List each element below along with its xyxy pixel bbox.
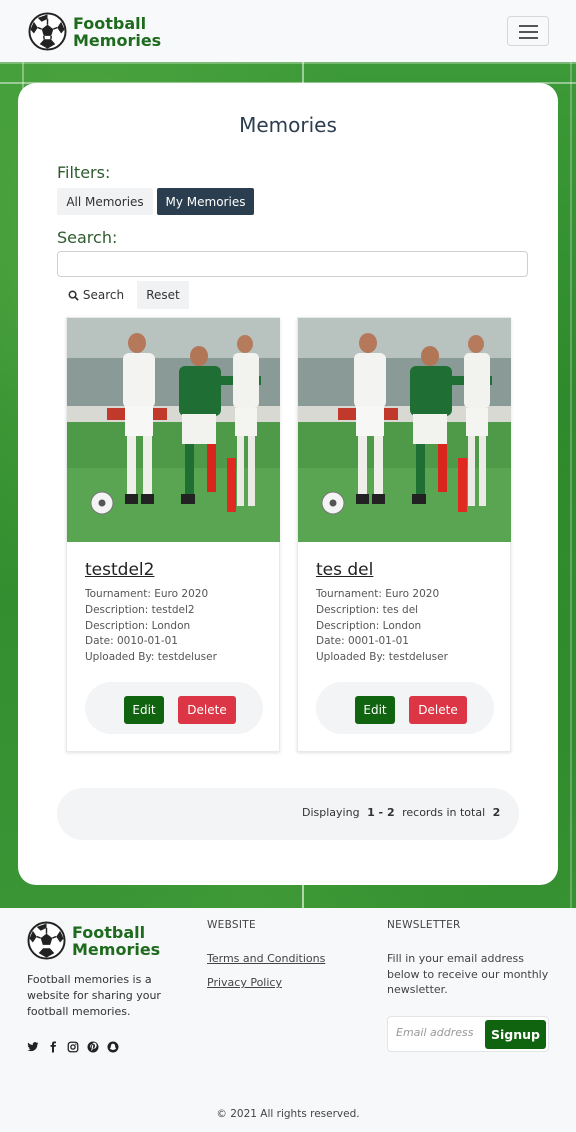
football-photo-image bbox=[67, 318, 280, 542]
records-range: 1 - 2 bbox=[367, 806, 395, 819]
instagram-icon[interactable] bbox=[67, 1041, 79, 1053]
hamburger-icon bbox=[519, 31, 538, 33]
memory-photo bbox=[298, 318, 511, 542]
delete-button[interactable]: Delete bbox=[178, 696, 236, 724]
pitch-line bbox=[0, 62, 576, 64]
memory-card: tes del Tournament: Euro 2020 Descriptio… bbox=[297, 317, 511, 752]
delete-button[interactable]: Delete bbox=[409, 696, 467, 724]
footer: Football Memories Football memories is a… bbox=[0, 908, 576, 1132]
brand-line-1: Football bbox=[73, 13, 147, 33]
memory-title-link[interactable]: tes del bbox=[316, 560, 373, 580]
records-total: 2 bbox=[492, 806, 501, 819]
memory-uploader: Uploaded By: testdeluser bbox=[316, 651, 448, 663]
page-title: Memories bbox=[239, 113, 337, 137]
memory-description: Description: testdel2 bbox=[85, 604, 195, 616]
pagination-info: Displaying 1 - 2 records in total 2 bbox=[57, 788, 519, 840]
filter-my-memories-button[interactable]: My Memories bbox=[157, 188, 254, 215]
football-photo-image bbox=[298, 318, 511, 542]
website-heading: WEBSITE bbox=[207, 919, 256, 931]
edit-button[interactable]: Edit bbox=[124, 696, 164, 724]
privacy-link[interactable]: Privacy Policy bbox=[207, 976, 282, 989]
pitch-line bbox=[570, 62, 572, 908]
records-middle: records in total bbox=[402, 806, 486, 819]
brand-line-2: Memories bbox=[73, 30, 162, 50]
memory-title-link[interactable]: testdel2 bbox=[85, 560, 154, 580]
memory-location: Description: London bbox=[85, 620, 191, 632]
football-logo-icon bbox=[27, 921, 66, 960]
brand-line-2: Memories bbox=[72, 939, 161, 959]
memory-actions: Edit Delete bbox=[316, 682, 494, 734]
brand-name: Football Memories bbox=[73, 15, 161, 49]
pinterest-icon[interactable] bbox=[87, 1041, 99, 1053]
memory-description: Description: tes del bbox=[316, 604, 419, 616]
footer-brand[interactable]: Football Memories bbox=[27, 921, 160, 960]
memory-date: Date: 0010-01-01 bbox=[85, 635, 178, 647]
memory-tournament: Tournament: Euro 2020 bbox=[85, 588, 209, 600]
records-summary: Displaying 1 - 2 records in total 2 bbox=[302, 806, 504, 819]
search-input[interactable] bbox=[57, 251, 528, 277]
navbar: Football Memories bbox=[0, 0, 576, 62]
signup-button[interactable]: Signup bbox=[485, 1020, 546, 1049]
search-button[interactable]: Search bbox=[59, 281, 133, 309]
hamburger-icon bbox=[519, 25, 538, 27]
copyright-text: © 2021 All rights reserved. bbox=[216, 1108, 360, 1120]
footer-brand-name: Football Memories bbox=[72, 924, 160, 958]
football-logo-icon bbox=[28, 12, 67, 51]
brand-line-1: Football bbox=[72, 922, 146, 942]
memories-panel: Memories Filters: All Memories My Memori… bbox=[18, 83, 558, 885]
reset-button[interactable]: Reset bbox=[137, 281, 189, 309]
memory-card: testdel2 Tournament: Euro 2020 Descripti… bbox=[66, 317, 280, 752]
search-icon bbox=[68, 290, 79, 301]
hamburger-icon bbox=[519, 37, 538, 39]
pitch-line bbox=[302, 62, 304, 84]
edit-button[interactable]: Edit bbox=[355, 696, 395, 724]
terms-link[interactable]: Terms and Conditions bbox=[207, 952, 325, 965]
search-label: Search: bbox=[57, 228, 118, 247]
pitch-line bbox=[302, 882, 304, 908]
memory-date: Date: 0001-01-01 bbox=[316, 635, 409, 647]
facebook-icon[interactable] bbox=[47, 1041, 59, 1053]
newsletter-form: Email address Signup bbox=[387, 1016, 549, 1052]
newsletter-heading: NEWSLETTER bbox=[387, 919, 461, 931]
memory-uploader: Uploaded By: testdeluser bbox=[85, 651, 217, 663]
memory-actions: Edit Delete bbox=[85, 682, 263, 734]
filters-label: Filters: bbox=[57, 163, 111, 182]
email-input[interactable]: Email address bbox=[396, 1026, 482, 1039]
social-links bbox=[27, 1041, 119, 1053]
brand-link[interactable]: Football Memories bbox=[28, 12, 161, 51]
menu-toggle-button[interactable] bbox=[507, 16, 549, 46]
memory-location: Description: London bbox=[316, 620, 422, 632]
newsletter-text: Fill in your email address below to rece… bbox=[387, 952, 549, 996]
search-button-label: Search bbox=[82, 288, 125, 302]
snapchat-icon[interactable] bbox=[107, 1041, 119, 1053]
filter-all-memories-button[interactable]: All Memories bbox=[57, 188, 153, 215]
records-prefix: Displaying bbox=[302, 806, 360, 819]
memory-photo bbox=[67, 318, 280, 542]
footer-description: Football memories is a website for shari… bbox=[27, 973, 161, 1018]
memory-tournament: Tournament: Euro 2020 bbox=[316, 588, 440, 600]
twitter-icon[interactable] bbox=[27, 1041, 39, 1053]
